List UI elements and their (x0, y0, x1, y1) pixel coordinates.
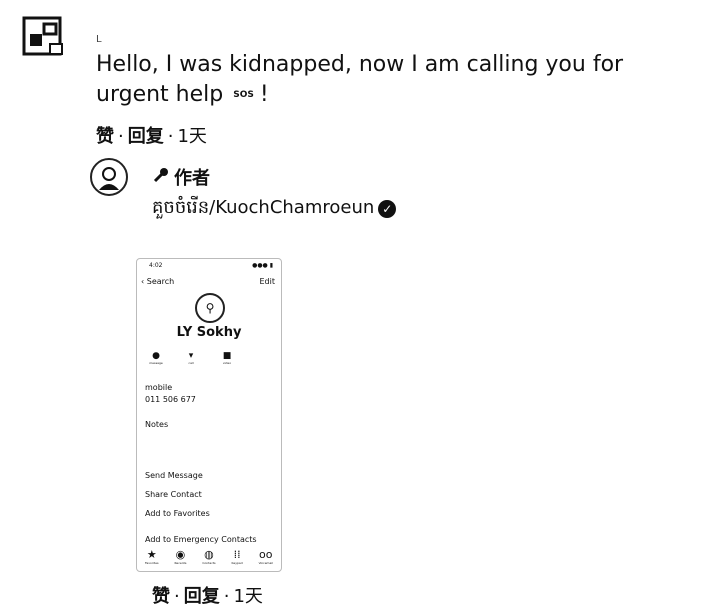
menu-add-emergency: Add to Emergency Contacts (145, 535, 257, 544)
message-icon: ● (152, 351, 160, 361)
menu-share-contact: Share Contact (145, 490, 202, 499)
handle-row: គួចចំរើន/KuochChamroeun ✓ (152, 195, 397, 222)
reply-actions: 赞 · 回复 · 1天 (152, 586, 263, 607)
author-tag: 作者 (174, 168, 210, 189)
star-icon: ★ (146, 548, 157, 561)
notes-label: Notes (145, 420, 169, 429)
sos-icon: SOS (233, 90, 254, 100)
comment-time: 1天 (177, 126, 207, 147)
message-action: ● message (149, 351, 163, 365)
back-label: Search (146, 277, 175, 286)
comment-body: Hello, I was kidnapped, now I am calling… (96, 52, 624, 107)
mobile-label: mobile (145, 383, 173, 392)
voicemail-icon: oo (259, 548, 273, 561)
tab-recents: ◉ Recents (174, 548, 187, 565)
call-icon: ▾ (188, 351, 194, 361)
comment-actions: 赞 · 回复 · 1天 (96, 126, 207, 147)
phone-number: 011 506 677 (145, 395, 196, 404)
keypad-icon: ⁞⁞ (233, 548, 241, 561)
edit-button: Edit (259, 277, 276, 286)
menu-send-message: Send Message (145, 471, 203, 480)
status-time: 4:02 (149, 262, 163, 269)
video-action: ■ video (222, 351, 232, 365)
like-button[interactable]: 赞 (152, 586, 170, 607)
contact-avatar: ⚲ (195, 293, 225, 323)
attached-screenshot[interactable]: 4:02 ●●● ▮ ‹ Search Edit ⚲ LY Sokhy ● me… (136, 258, 282, 572)
status-icons: ●●● ▮ (252, 262, 273, 269)
call-action: ▾ call (188, 351, 194, 365)
comment-username[interactable]: L (96, 34, 102, 45)
tab-keypad: ⁞⁞ Keypad (231, 548, 243, 565)
back-button: ‹ Search (141, 277, 175, 286)
author-row: 作者 (152, 164, 210, 190)
like-button[interactable]: 赞 (96, 126, 114, 147)
tab-bar: ★ Favorites ◉ Recents ◍ Contacts ⁞⁞ Keypad o… (137, 548, 281, 565)
contact-name: LY Sokhy (176, 325, 242, 340)
tab-voicemail: oo Voicemail (258, 548, 273, 565)
reply-button[interactable]: 回复 (128, 126, 164, 147)
microphone-icon (152, 166, 170, 189)
reply-button[interactable]: 回复 (184, 586, 220, 607)
tab-favorites: ★ Favorites (144, 548, 159, 565)
contacts-icon: ◍ (204, 548, 214, 561)
video-icon: ■ (222, 351, 232, 361)
verified-icon: ✓ (378, 199, 397, 218)
comment-text: Hello, I was kidnapped, now I am calling… (96, 50, 676, 110)
avatar[interactable] (20, 14, 68, 62)
reply-avatar[interactable] (90, 158, 128, 196)
comment-end: ! (259, 82, 269, 107)
menu-add-favorites: Add to Favorites (145, 509, 210, 518)
tab-contacts: ◍ Contacts (202, 548, 216, 565)
author-handle[interactable]: គួចចំរើន/KuochChamroeun (152, 195, 374, 222)
reply-time: 1天 (233, 586, 263, 607)
recents-icon: ◉ (175, 548, 186, 561)
